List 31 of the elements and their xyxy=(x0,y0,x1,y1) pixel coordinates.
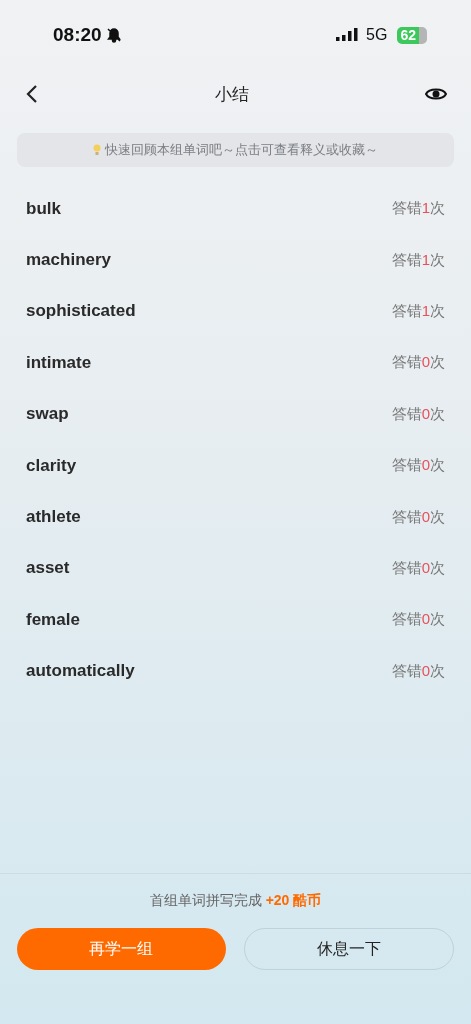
error-count: 答错1次 xyxy=(391,199,445,219)
word-item[interactable]: machinery xyxy=(26,250,112,271)
signal-icon xyxy=(336,28,359,42)
word-item[interactable]: asset xyxy=(26,558,70,579)
eye-icon[interactable] xyxy=(425,86,447,102)
word-item[interactable]: clarity xyxy=(26,455,77,476)
tip-text: 快速回顾本组单词吧～点击可查看释义或收藏～ xyxy=(105,141,378,159)
battery-level: 62 xyxy=(397,26,427,44)
word-item[interactable]: sophisticated xyxy=(26,301,136,322)
status-time: 08:20 xyxy=(53,24,102,46)
error-count: 答错0次 xyxy=(391,610,445,630)
word-item[interactable]: swap xyxy=(26,404,69,425)
word-item[interactable]: automatically xyxy=(26,661,135,682)
error-count: 答错0次 xyxy=(391,353,445,373)
error-count: 答错1次 xyxy=(391,301,445,321)
muted-bell-icon xyxy=(105,27,122,43)
network-label: 5G xyxy=(366,26,388,44)
word-item[interactable]: athlete xyxy=(26,507,81,528)
error-count: 答错0次 xyxy=(391,661,445,681)
error-count: 答错0次 xyxy=(391,404,445,424)
error-count: 答错0次 xyxy=(391,456,445,476)
error-count: 答错1次 xyxy=(391,250,445,270)
word-item[interactable]: female xyxy=(26,609,80,630)
page-title: 小结 xyxy=(213,83,250,106)
back-icon[interactable] xyxy=(26,84,38,104)
completion-message: 首组单词拼写完成 +20 酷币 xyxy=(149,892,322,910)
lightbulb-icon xyxy=(93,144,101,156)
word-item[interactable]: bulk xyxy=(26,198,61,219)
error-count: 答错0次 xyxy=(391,507,445,527)
error-count: 答错0次 xyxy=(391,558,445,578)
word-item[interactable]: intimate xyxy=(26,352,92,373)
